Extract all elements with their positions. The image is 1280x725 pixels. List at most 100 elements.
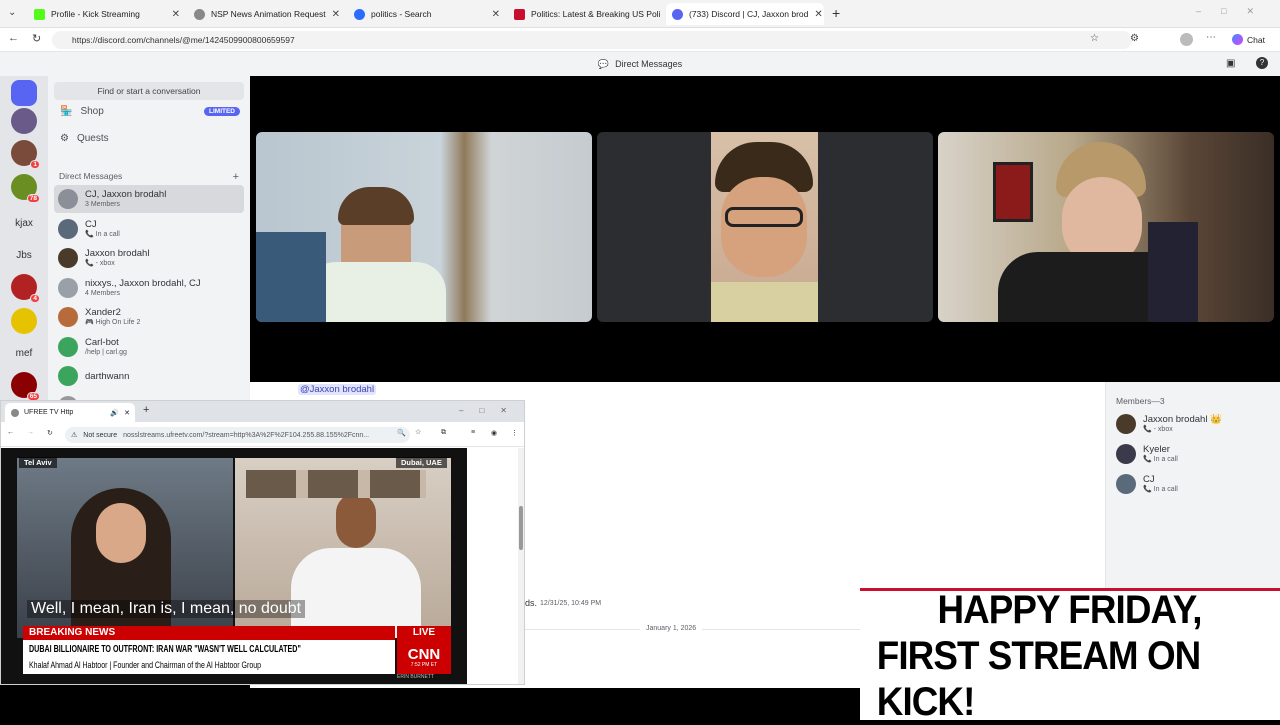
- video-tile-kyeler[interactable]: [597, 132, 933, 322]
- stream-popup-window: UFREE TV Http 🔊 ✕ + –□✕ ← → ↻ ⚠ Not secu…: [0, 400, 525, 685]
- window-controls[interactable]: –□✕: [1196, 6, 1274, 17]
- zoom-icon[interactable]: 🔍: [397, 429, 406, 437]
- dm-status: 📞 In a call: [85, 230, 120, 238]
- close-icon[interactable]: ✕: [124, 409, 130, 417]
- server-icon[interactable]: [11, 80, 37, 106]
- window-controls[interactable]: –□✕: [459, 406, 523, 415]
- url-field[interactable]: https://discord.com/channels/@me/1424509…: [52, 31, 1132, 49]
- voice-call-area: [250, 76, 1280, 382]
- close-icon[interactable]: ✕: [332, 9, 340, 20]
- quests-label: Quests: [76, 133, 109, 144]
- browser-tab-active[interactable]: (733) Discord | CJ, Jaxxon brod ✕: [666, 3, 824, 25]
- dm-row[interactable]: CJ, Jaxxon brodahl 3 Members: [54, 185, 244, 213]
- breaking-label: BREAKING NEWS: [23, 626, 395, 640]
- account-icon[interactable]: ◉: [491, 429, 497, 437]
- member-row[interactable]: Kyeler 📞 In a call: [1116, 444, 1178, 464]
- tab-title: (733) Discord | CJ, Jaxxon brod: [689, 9, 809, 19]
- member-row[interactable]: CJ 📞 In a call: [1116, 474, 1178, 494]
- member-text: CJ 📞 In a call: [1143, 474, 1178, 494]
- popup-url-field[interactable]: ⚠ Not secure nosslstreams.ufreetv.com/?s…: [65, 427, 410, 443]
- dm-row[interactable]: darthwann: [54, 362, 244, 390]
- url-text: https://discord.com/channels/@me/1424509…: [72, 35, 295, 45]
- help-icon[interactable]: ?: [1256, 57, 1268, 69]
- avatar: [58, 248, 78, 268]
- create-dm-button[interactable]: +: [233, 171, 239, 183]
- profile-avatar[interactable]: [1180, 33, 1193, 46]
- avatar: [1116, 474, 1136, 494]
- reload-icon[interactable]: ↻: [32, 32, 41, 45]
- chat-label: Chat: [1247, 34, 1265, 45]
- favorite-star-icon[interactable]: ☆: [1090, 33, 1099, 44]
- popup-tab[interactable]: UFREE TV Http 🔊 ✕: [5, 403, 135, 422]
- mention-tag[interactable]: @Jaxxon brodahl: [298, 384, 377, 395]
- reload-icon[interactable]: ↻: [47, 429, 53, 437]
- scrollbar-thumb[interactable]: [519, 506, 523, 550]
- member-row[interactable]: Jaxxon brodahl 👑 📞 - xbox: [1116, 414, 1222, 434]
- video-tile-cj[interactable]: [938, 132, 1274, 322]
- server-icon[interactable]: 78: [11, 174, 40, 203]
- cast-icon[interactable]: ⧉: [441, 429, 446, 437]
- forward-icon[interactable]: →: [27, 429, 34, 436]
- server-icon[interactable]: [11, 308, 37, 334]
- bed: [256, 232, 326, 322]
- server-icon[interactable]: kjax: [11, 210, 37, 236]
- member-name: CJ: [1143, 474, 1155, 485]
- dm-row[interactable]: CJ 📞 In a call: [54, 215, 244, 243]
- server-icon[interactable]: [11, 108, 37, 134]
- close-icon[interactable]: ✕: [814, 9, 822, 20]
- browser-tab[interactable]: Profile - Kick Streaming ✕: [28, 3, 186, 25]
- dm-row[interactable]: nixxys., Jaxxon brodahl, CJ 4 Members: [54, 274, 244, 302]
- news-video-player[interactable]: Tel Aviv Dubai, UAE Well, I mean, Iran i…: [1, 448, 467, 684]
- server-icon[interactable]: 4: [11, 274, 40, 303]
- mention-badge: 4: [30, 294, 40, 303]
- tab-list-icon[interactable]: ⌄: [8, 7, 16, 18]
- anchor-face: [96, 503, 146, 563]
- dm-sidebar: Find or start a conversation 🏪 Shop LIMI…: [48, 76, 250, 401]
- nav-shop[interactable]: 🏪 Shop LIMITED: [60, 106, 240, 117]
- limited-badge: LIMITED: [204, 107, 240, 116]
- inbox-icon[interactable]: ▣: [1226, 58, 1235, 69]
- nav-quests[interactable]: ⚙ Quests: [60, 133, 109, 144]
- close-icon[interactable]: ✕: [172, 9, 180, 20]
- extensions-icon[interactable]: ⚙: [1130, 33, 1139, 44]
- banner-line-2: FIRST STREAM ON KICK!: [876, 633, 1201, 724]
- dm-text: Jaxxon brodahl 📞 - xbox: [85, 248, 149, 268]
- close-icon[interactable]: ✕: [492, 9, 500, 20]
- dm-row[interactable]: Jaxxon brodahl 📞 - xbox: [54, 244, 244, 272]
- media-icon[interactable]: ≡: [471, 429, 475, 436]
- video-tile-jaxxon[interactable]: [256, 132, 592, 322]
- server-label: kjax: [15, 217, 33, 229]
- participant-shirt: [306, 262, 446, 322]
- server-icon[interactable]: 1: [11, 140, 40, 169]
- browser-tab[interactable]: Politics: Latest & Breaking US Poli: [508, 3, 664, 25]
- find-conversation-button[interactable]: Find or start a conversation: [54, 82, 244, 100]
- participant-hair: [338, 187, 414, 225]
- copilot-chat-button[interactable]: Chat: [1232, 34, 1265, 45]
- server-icon[interactable]: 65: [11, 372, 40, 401]
- dm-row[interactable]: Xander2 🎮 High On Life 2: [54, 303, 244, 331]
- server-icon[interactable]: mef: [11, 340, 37, 366]
- browser-tab[interactable]: NSP News Animation Request ✕: [188, 3, 346, 25]
- server-icon[interactable]: Jbs: [11, 242, 37, 268]
- avatar: [1116, 414, 1136, 434]
- new-tab-button[interactable]: +: [143, 404, 149, 416]
- dm-name: Xander2: [85, 307, 121, 318]
- menu-icon[interactable]: ⋮: [511, 429, 518, 437]
- new-tab-button[interactable]: +: [832, 5, 840, 21]
- warning-icon: ⚠: [71, 432, 78, 439]
- network-name: CNN: [407, 645, 441, 663]
- popup-tab-title: UFREE TV Http: [24, 409, 74, 416]
- shop-icon: 🏪: [60, 106, 73, 117]
- bookmark-icon[interactable]: ☆: [415, 428, 421, 436]
- dm-name: nixxys., Jaxxon brodahl, CJ: [85, 277, 201, 289]
- back-icon[interactable]: ←: [8, 32, 19, 44]
- dm-name: CJ, Jaxxon brodahl: [85, 189, 167, 200]
- popup-scrollbar[interactable]: [518, 448, 524, 684]
- popup-address-row: ← → ↻ ⚠ Not secure nosslstreams.ufreetv.…: [1, 423, 524, 447]
- date-divider-label: January 1, 2026: [640, 625, 703, 632]
- dm-row[interactable]: Carl-bot/help | carl.gg: [54, 333, 244, 361]
- back-icon[interactable]: ←: [7, 429, 14, 436]
- browser-tab[interactable]: politics - Search ✕: [348, 3, 506, 25]
- dm-status: /help | carl.gg: [85, 348, 127, 356]
- more-icon[interactable]: ⋯: [1206, 32, 1216, 43]
